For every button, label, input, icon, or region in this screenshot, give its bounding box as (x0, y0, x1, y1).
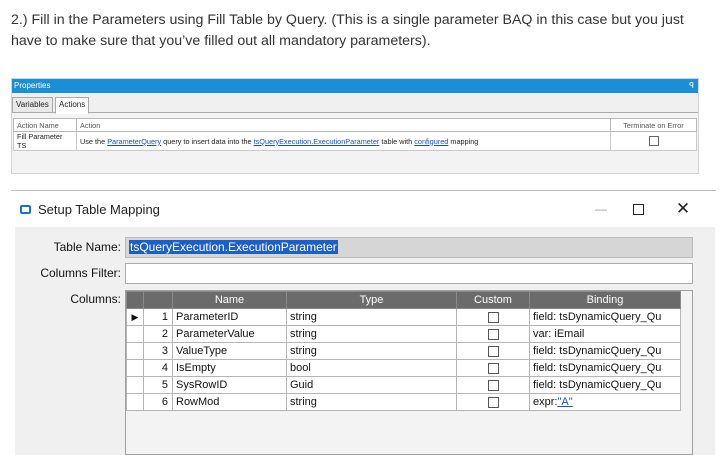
custom-checkbox[interactable] (487, 379, 499, 391)
setup-table-mapping-dialog: Setup Table Mapping — ✕ Table Name: tsQu… (11, 196, 716, 455)
column-name-cell[interactable]: IsEmpty (172, 359, 287, 377)
row-number-header (143, 291, 173, 309)
column-type-cell[interactable]: string (286, 342, 457, 360)
terminate-on-error-checkbox[interactable] (648, 136, 659, 147)
custom-cell (456, 393, 530, 411)
minimize-button[interactable]: — (589, 198, 613, 220)
column-name-cell[interactable]: SysRowID (172, 376, 287, 394)
intro-paragraph: 2.) Fill in the Parameters using Fill Ta… (11, 12, 684, 49)
column-name-cell[interactable]: RowMod (172, 393, 287, 411)
custom-checkbox[interactable] (487, 396, 499, 408)
columns-label: Columns: (70, 292, 121, 306)
binding-cell[interactable]: var: iEmail (529, 325, 681, 343)
binding-cell[interactable]: field: tsDynamicQuery_Qu (529, 308, 681, 326)
custom-checkbox[interactable] (487, 311, 499, 323)
configured-mapping-link[interactable]: configured (414, 137, 448, 146)
column-type-cell[interactable]: string (286, 393, 457, 411)
action-description-cell: Use the ParameterQuery query to insert d… (76, 131, 611, 151)
expression-link[interactable]: "A" (557, 396, 572, 408)
custom-cell (456, 342, 530, 360)
column-type-cell[interactable]: Guid (286, 376, 457, 394)
binding-cell[interactable]: field: tsDynamicQuery_Qu (529, 359, 681, 377)
column-header-action-name[interactable]: Action Name (13, 118, 77, 132)
table-row[interactable]: 2 ParameterValue string var: iEmail (126, 325, 681, 343)
properties-title: Properties (14, 81, 51, 90)
custom-cell (456, 325, 530, 343)
binding-cell[interactable]: field: tsDynamicQuery_Qu (529, 342, 681, 360)
row-number: 4 (143, 359, 173, 377)
dialog-titlebar: Setup Table Mapping — ✕ (11, 196, 716, 224)
column-type-cell[interactable]: string (286, 325, 457, 343)
properties-panel: Properties ꟼ Variables Actions Action Na… (11, 78, 699, 174)
dialog-body: Table Name: tsQueryExecution.ExecutionPa… (15, 227, 715, 455)
column-header-binding[interactable]: Binding (529, 291, 681, 309)
execution-parameter-link[interactable]: tsQueryExecution.ExecutionParameter (254, 137, 380, 146)
custom-cell (456, 308, 530, 326)
row-number: 6 (143, 393, 173, 411)
column-header-action[interactable]: Action (76, 118, 611, 132)
custom-checkbox[interactable] (487, 345, 499, 357)
row-selector[interactable] (126, 393, 144, 411)
properties-tabs: Variables Actions (12, 93, 698, 114)
binding-cell[interactable]: field: tsDynamicQuery_Qu (529, 376, 681, 394)
row-selector[interactable] (126, 325, 144, 343)
row-number: 2 (143, 325, 173, 343)
columns-filter-label: Columns Filter: (40, 266, 121, 280)
columns-table: Name Type Custom Binding ▶ 1 ParameterID… (126, 291, 681, 411)
columns-filter-input[interactable] (125, 263, 693, 284)
section-divider (11, 190, 716, 191)
columns-grid: Name Type Custom Binding ▶ 1 ParameterID… (125, 290, 693, 455)
pin-icon[interactable]: ꟼ (689, 79, 694, 93)
action-name-cell: Fill Parameter TS (13, 131, 77, 151)
binding-cell[interactable]: expr:"A" (529, 393, 681, 411)
maximize-icon (633, 204, 644, 215)
table-name-label: Table Name: (53, 240, 121, 254)
table-row[interactable]: Fill Parameter TS Use the ParameterQuery… (13, 131, 697, 151)
terminate-on-error-cell (610, 131, 697, 151)
row-number: 3 (143, 342, 173, 360)
column-name-cell[interactable]: ParameterValue (172, 325, 287, 343)
custom-checkbox[interactable] (487, 362, 499, 374)
tab-actions[interactable]: Actions (55, 97, 90, 114)
row-selector-header (126, 291, 144, 309)
table-row[interactable]: 3 ValueType string field: tsDynamicQuery… (126, 342, 681, 360)
row-selector-indicator[interactable]: ▶ (126, 308, 144, 326)
column-header-terminate-on-error[interactable]: Terminate on Error (610, 118, 697, 132)
column-header-type[interactable]: Type (286, 291, 457, 309)
tab-variables[interactable]: Variables (12, 97, 53, 113)
row-number: 5 (143, 376, 173, 394)
window-app-icon (20, 205, 31, 214)
table-row[interactable]: ▶ 1 ParameterID string field: tsDynamicQ… (126, 308, 681, 326)
column-header-custom[interactable]: Custom (456, 291, 530, 309)
custom-cell (456, 376, 530, 394)
dialog-title: Setup Table Mapping (38, 202, 160, 217)
row-selector[interactable] (126, 376, 144, 394)
column-type-cell[interactable]: string (286, 308, 457, 326)
table-row[interactable]: 6 RowMod string expr:"A" (126, 393, 681, 411)
column-type-cell[interactable]: bool (286, 359, 457, 377)
column-header-name[interactable]: Name (172, 291, 287, 309)
parameter-query-link[interactable]: ParameterQuery (107, 137, 161, 146)
close-button[interactable]: ✕ (671, 198, 695, 220)
custom-checkbox[interactable] (487, 328, 499, 340)
row-selector[interactable] (126, 342, 144, 360)
row-number: 1 (143, 308, 173, 326)
actions-table: Action Name Action Terminate on Error Fi… (13, 118, 697, 151)
table-row[interactable]: 5 SysRowID Guid field: tsDynamicQuery_Qu (126, 376, 681, 394)
custom-cell (456, 359, 530, 377)
table-name-field[interactable]: tsQueryExecution.ExecutionParameter (125, 237, 693, 258)
table-name-value: tsQueryExecution.ExecutionParameter (129, 240, 338, 254)
table-row[interactable]: 4 IsEmpty bool field: tsDynamicQuery_Qu (126, 359, 681, 377)
row-selector[interactable] (126, 359, 144, 377)
properties-titlebar: Properties ꟼ (12, 79, 698, 93)
column-name-cell[interactable]: ParameterID (172, 308, 287, 326)
column-name-cell[interactable]: ValueType (172, 342, 287, 360)
maximize-button[interactable] (627, 198, 651, 220)
